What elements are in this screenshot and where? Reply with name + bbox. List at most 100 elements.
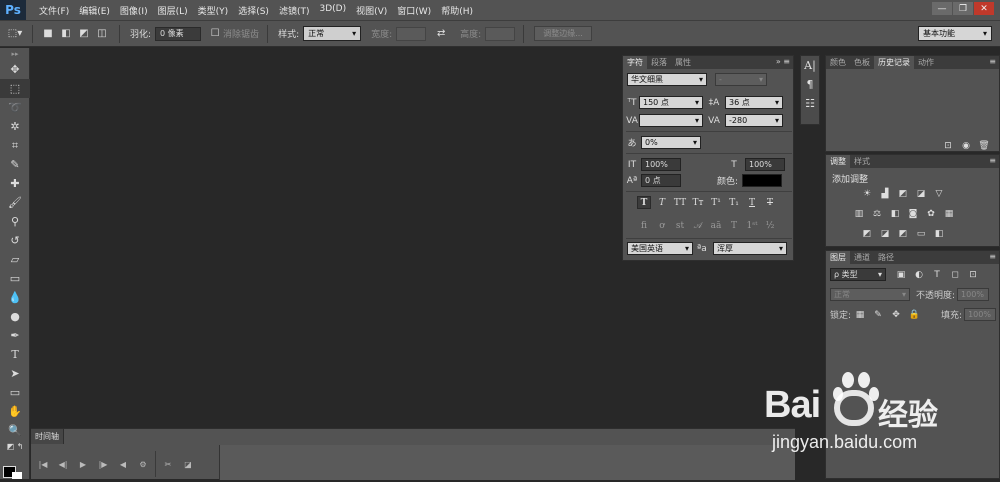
feather-input[interactable]: 0 像素 <box>155 26 202 41</box>
threshold-icon[interactable]: ◩ <box>896 228 910 240</box>
hue-saturation-icon[interactable]: ▥ <box>852 208 866 220</box>
ordinals-icon[interactable]: 1ˢᵗ <box>745 219 759 232</box>
width-input[interactable] <box>396 26 427 41</box>
workspace-select[interactable]: 基本功能 ▾ <box>918 26 992 41</box>
snapshot-camera-icon[interactable]: ◉ <box>959 140 973 152</box>
menu-window[interactable]: 窗口(W) <box>392 4 436 17</box>
panel-menu-icon[interactable]: » ≡ <box>776 57 790 66</box>
faux-italic-icon[interactable]: T <box>655 196 669 209</box>
intersect-selection-icon[interactable]: ◫ <box>93 26 111 42</box>
levels-icon[interactable]: ▟ <box>878 188 892 200</box>
add-selection-icon[interactable]: ◧ <box>57 26 75 42</box>
tab-color[interactable]: 颜色 <box>826 56 850 69</box>
tab-properties[interactable]: 属性 <box>671 56 695 69</box>
opacity-input[interactable]: 100% <box>957 288 990 301</box>
subtract-selection-icon[interactable]: ◩ <box>75 26 93 42</box>
menu-file[interactable]: 文件(F) <box>34 4 74 17</box>
panel-menu-icon[interactable]: ≡ <box>989 57 996 66</box>
shape-filter-icon[interactable]: ◻ <box>948 269 962 281</box>
first-frame-icon[interactable]: |◀ <box>35 458 51 470</box>
tab-layers[interactable]: 图层 <box>826 251 850 264</box>
all-caps-icon[interactable]: TT <box>673 196 687 209</box>
baseline-shift-input[interactable]: 0 点 <box>641 174 681 187</box>
panel-menu-icon[interactable]: ≡ <box>989 156 996 165</box>
dodge-tool-icon[interactable]: ● <box>0 307 30 326</box>
blur-tool-icon[interactable]: 💧 <box>0 288 30 307</box>
hand-tool-icon[interactable]: ✋ <box>0 402 30 421</box>
underline-icon[interactable]: T <box>745 196 759 209</box>
swash-icon[interactable]: 𝒜 <box>691 219 705 232</box>
brush-tool-icon[interactable]: 🖌 <box>0 193 30 212</box>
fractions-icon[interactable]: ½ <box>763 219 777 232</box>
tab-adjustments[interactable]: 调整 <box>826 155 850 168</box>
leading-input[interactable]: 36 点 ▾ <box>725 96 783 109</box>
discretionary-ligature-icon[interactable]: st <box>673 219 687 232</box>
blend-mode-select[interactable]: 正常 ▾ <box>830 288 910 301</box>
tab-timeline[interactable]: 时间轴 <box>31 429 64 444</box>
language-select[interactable]: 美国英语 ▾ <box>627 242 693 255</box>
move-tool-icon[interactable]: ✥ <box>0 60 30 79</box>
character-panel-icon[interactable]: A| <box>801 56 819 75</box>
color-balance-icon[interactable]: ⚖ <box>870 208 884 220</box>
strikethrough-icon[interactable]: T <box>763 196 777 209</box>
swap-icon[interactable]: ⇄ <box>432 26 450 42</box>
magic-wand-tool-icon[interactable]: ✲ <box>0 117 30 136</box>
clone-stamp-tool-icon[interactable]: ⚲ <box>0 212 30 231</box>
transition-icon[interactable]: ◪ <box>180 458 196 470</box>
black-white-icon[interactable]: ◧ <box>888 208 902 220</box>
lock-transparent-icon[interactable]: ▦ <box>853 309 867 321</box>
stylistic-alternates-icon[interactable]: aā <box>709 219 723 232</box>
adjustment-filter-icon[interactable]: ◐ <box>912 269 926 281</box>
zoom-tool-icon[interactable]: 🔍 <box>0 421 30 440</box>
posterize-icon[interactable]: ◪ <box>878 228 892 240</box>
menu-edit[interactable]: 编辑(E) <box>74 4 115 17</box>
split-scissors-icon[interactable]: ✂ <box>160 458 176 470</box>
settings-icon[interactable]: ⚙ <box>135 458 151 470</box>
tab-history[interactable]: 历史记录 <box>874 56 914 69</box>
eyedropper-tool-icon[interactable]: ✎ <box>0 155 30 174</box>
channel-mixer-icon[interactable]: ✿ <box>924 208 938 220</box>
menu-select[interactable]: 选择(S) <box>233 4 274 17</box>
lock-position-icon[interactable]: ✥ <box>889 309 903 321</box>
exposure-icon[interactable]: ◪ <box>914 188 928 200</box>
font-size-input[interactable]: 150 点 ▾ <box>639 96 703 109</box>
new-document-icon[interactable]: ⊡ <box>941 140 955 152</box>
lock-all-icon[interactable]: 🔒 <box>907 309 921 321</box>
new-selection-icon[interactable]: ■ <box>39 26 57 42</box>
tab-styles[interactable]: 样式 <box>850 155 874 168</box>
menu-image[interactable]: 图像(I) <box>115 4 153 17</box>
antialias-select[interactable]: 浑厚 ▾ <box>713 242 787 255</box>
path-selection-tool-icon[interactable]: ➤ <box>0 364 30 383</box>
swap-colors-icon[interactable]: ◩ ↰ <box>0 440 30 452</box>
vertical-scale-input[interactable]: 100% <box>641 158 681 171</box>
gradient-map-icon[interactable]: ▭ <box>914 228 928 240</box>
menu-help[interactable]: 帮助(H) <box>436 4 478 17</box>
small-caps-icon[interactable]: Tт <box>691 196 705 209</box>
ligature-icon[interactable]: fi <box>637 219 651 232</box>
text-color-swatch[interactable] <box>742 174 783 187</box>
font-family-select[interactable]: 华文细黑 ▾ <box>627 73 707 86</box>
brightness-icon[interactable]: ☀ <box>860 188 874 200</box>
gradient-tool-icon[interactable]: ▭ <box>0 269 30 288</box>
menu-layer[interactable]: 图层(L) <box>153 4 193 17</box>
lock-image-icon[interactable]: ✎ <box>871 309 885 321</box>
pixel-filter-icon[interactable]: ▣ <box>894 269 908 281</box>
tab-paragraph[interactable]: 段落 <box>647 56 671 69</box>
curves-icon[interactable]: ◩ <box>896 188 910 200</box>
vibrance-icon[interactable]: ▽ <box>932 188 946 200</box>
tab-channels[interactable]: 通道 <box>850 251 874 264</box>
menu-type[interactable]: 类型(Y) <box>193 4 234 17</box>
menu-view[interactable]: 视图(V) <box>351 4 392 17</box>
style-select[interactable]: 正常 ▾ <box>303 26 362 41</box>
subscript-icon[interactable]: T₁ <box>727 196 741 209</box>
tsume-input[interactable]: 0% ▾ <box>641 136 701 149</box>
tracking-input[interactable]: -280 ▾ <box>725 114 783 127</box>
pen-tool-icon[interactable]: ✒ <box>0 326 30 345</box>
audio-icon[interactable]: ◀ <box>115 458 131 470</box>
marquee-tool-icon[interactable]: ⬚ <box>0 79 30 98</box>
timeline-track[interactable] <box>219 445 795 480</box>
faux-bold-icon[interactable]: T <box>637 196 651 209</box>
type-filter-icon[interactable]: T <box>930 269 944 281</box>
background-color-swatch[interactable] <box>12 472 22 479</box>
titling-alternates-icon[interactable]: T <box>727 219 741 232</box>
